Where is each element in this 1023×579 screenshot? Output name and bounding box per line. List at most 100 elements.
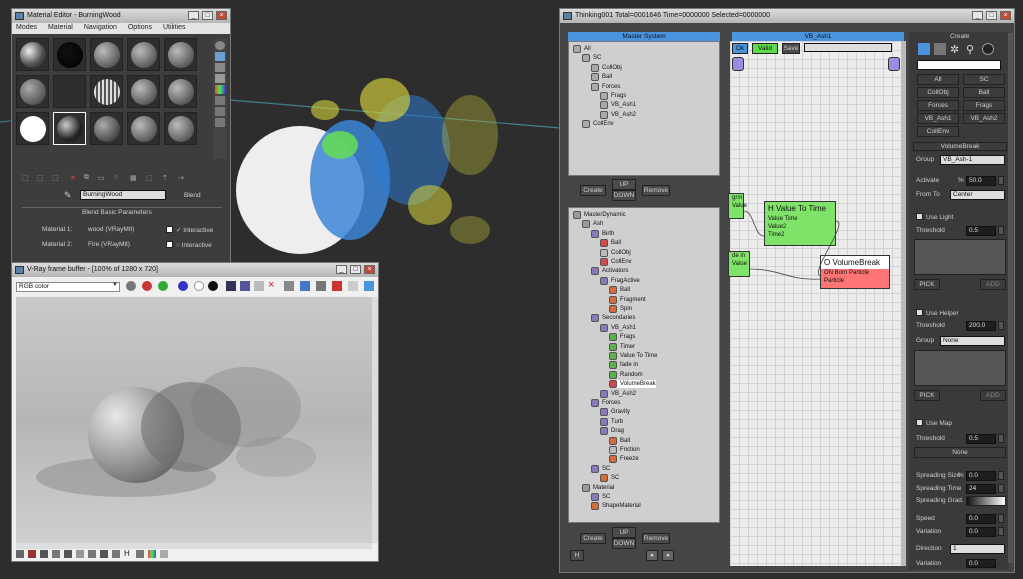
- group-select[interactable]: VB_Ash-1: [940, 155, 1005, 165]
- color-correction-icon[interactable]: [16, 550, 24, 558]
- tree-item[interactable]: ShapeMaterial: [591, 502, 641, 511]
- go-forward-sibling-icon[interactable]: ⇢: [178, 174, 184, 182]
- material-type-button[interactable]: Blend: [184, 192, 201, 199]
- vfb-titlebar[interactable]: V-Ray frame buffer - [100% of 1280 x 720…: [12, 263, 378, 277]
- sample-slot[interactable]: [164, 38, 197, 71]
- material-editor-window[interactable]: Material Editor - BurningWood _ □ × Mode…: [11, 8, 231, 270]
- vfb-scrollbar-vertical[interactable]: [372, 297, 378, 543]
- sample-slot[interactable]: [164, 112, 197, 145]
- threshold2-spinner[interactable]: 200.0: [966, 321, 996, 331]
- go-to-parent-icon[interactable]: ⇡: [162, 174, 168, 182]
- search-button[interactable]: ●: [646, 550, 658, 561]
- object-type-button[interactable]: All: [917, 74, 959, 85]
- tree-item[interactable]: fade in: [609, 361, 638, 370]
- sample-slot[interactable]: [127, 75, 160, 108]
- systems-icon[interactable]: [982, 43, 994, 55]
- checkbox[interactable]: [916, 419, 923, 426]
- close-x-icon[interactable]: ×: [268, 279, 274, 291]
- light-list[interactable]: [914, 239, 1006, 275]
- spreading-time-spinner[interactable]: 24: [966, 484, 996, 494]
- make-preview-icon[interactable]: [215, 96, 225, 105]
- maximize-button[interactable]: □: [202, 11, 213, 20]
- show-in-viewport-icon[interactable]: ▦: [130, 174, 137, 182]
- put-to-scene-icon[interactable]: ⬚: [37, 174, 44, 182]
- direction-select[interactable]: 1: [950, 544, 1005, 554]
- uv-tiling-icon[interactable]: [215, 74, 225, 83]
- maximize-button[interactable]: □: [350, 265, 361, 274]
- pick-light-button[interactable]: PICK: [914, 279, 940, 290]
- pixel-info-icon[interactable]: [88, 550, 96, 558]
- master-dynamic-tree[interactable]: MasterDynamic Ash Birth Ball CollObj CollEnv A…: [568, 207, 720, 523]
- reset-map-icon[interactable]: ✕: [70, 174, 76, 182]
- tree-item[interactable]: CollObj: [591, 63, 622, 72]
- object-name-field[interactable]: [917, 60, 1001, 70]
- spreading-size-spinner[interactable]: 0.0: [966, 471, 996, 481]
- ms-down-button[interactable]: DOWN: [612, 190, 636, 201]
- material-name-field[interactable]: BurningWood: [80, 190, 166, 200]
- sample-slot[interactable]: [127, 38, 160, 71]
- horizontal-flip-icon[interactable]: H: [124, 549, 130, 558]
- use-helper-checkbox[interactable]: Use Helper: [916, 309, 959, 317]
- tree-item[interactable]: Forces: [591, 399, 620, 407]
- tree-item[interactable]: Frags: [609, 333, 635, 342]
- tree-item[interactable]: FragActive: [600, 276, 640, 285]
- vray-frame-buffer-window[interactable]: V-Ray frame buffer - [100% of 1280 x 720…: [11, 262, 379, 562]
- vfb-scrollbar-horizontal[interactable]: [16, 543, 372, 549]
- speed-spinner[interactable]: 0.0: [966, 514, 996, 524]
- material-id-icon[interactable]: ○: [114, 174, 118, 181]
- minimize-button[interactable]: _: [972, 11, 983, 20]
- create-icon[interactable]: [918, 43, 930, 55]
- menu-navigation[interactable]: Navigation: [84, 24, 117, 31]
- show-end-result-icon[interactable]: ⬚: [146, 174, 153, 182]
- lut-icon[interactable]: [76, 550, 84, 558]
- spreading-time-arrows[interactable]: [998, 484, 1004, 493]
- material2-interactive[interactable]: ○ Interactive: [166, 241, 212, 249]
- object-type-button[interactable]: CollObj: [917, 87, 959, 98]
- md-create-button[interactable]: Create: [580, 533, 606, 544]
- backlight-icon[interactable]: [215, 52, 225, 61]
- tree-item[interactable]: Timer: [609, 342, 635, 351]
- tree-item[interactable]: Gravity: [600, 408, 630, 417]
- assign-to-selection-icon[interactable]: ⬚: [52, 174, 59, 182]
- color-icon[interactable]: [148, 550, 156, 558]
- maximize-button[interactable]: □: [986, 11, 997, 20]
- checkbox[interactable]: [916, 213, 923, 220]
- rgb-channel-icon[interactable]: [126, 281, 136, 291]
- menu-utilities[interactable]: Utilities: [163, 24, 186, 31]
- material1-interactive[interactable]: ✓ Interactive: [166, 226, 213, 234]
- close-button[interactable]: ×: [1000, 11, 1011, 20]
- lens-effects-icon[interactable]: [160, 550, 168, 558]
- ms-up-button[interactable]: UP: [612, 179, 636, 190]
- eyedropper-icon[interactable]: ✎: [64, 190, 72, 201]
- map-button[interactable]: None: [914, 447, 1006, 458]
- tree-item[interactable]: Random: [609, 370, 643, 379]
- srgb-icon[interactable]: [64, 550, 72, 558]
- sample-slot[interactable]: [90, 75, 123, 108]
- speed-arrows[interactable]: [998, 514, 1004, 523]
- history-icon[interactable]: [348, 281, 358, 291]
- helpers-icon[interactable]: ⚲: [966, 43, 974, 56]
- sample-slot[interactable]: [53, 75, 86, 108]
- menu-modes[interactable]: Modes: [16, 24, 37, 31]
- gear-icon[interactable]: ✲: [950, 43, 959, 56]
- add-helper-button[interactable]: ADD: [980, 390, 1006, 401]
- tree-item[interactable]: MasterDynamic: [573, 211, 626, 219]
- minimize-button[interactable]: _: [188, 11, 199, 20]
- tree-item[interactable]: Ash: [582, 220, 603, 229]
- load-image-icon[interactable]: [240, 281, 250, 291]
- render-last-icon[interactable]: [364, 281, 374, 291]
- from-to-select[interactable]: Center: [950, 190, 1005, 200]
- camera-icon[interactable]: [284, 281, 294, 291]
- md-remove-button[interactable]: Remove: [642, 533, 670, 544]
- options-icon[interactable]: [215, 107, 225, 116]
- node-graph-canvas[interactable]: Ok Valid Save grm Value H Value To Time …: [728, 41, 906, 566]
- menu-options[interactable]: Options: [128, 24, 152, 31]
- tree-item[interactable]: CollEnv: [582, 120, 614, 129]
- tree-item[interactable]: Fragment: [609, 295, 646, 304]
- make-unique-icon[interactable]: ⧉: [84, 174, 89, 182]
- blue-channel-icon[interactable]: [178, 281, 188, 291]
- tree-item[interactable]: Ball: [591, 73, 612, 82]
- ms-remove-button[interactable]: Remove: [642, 185, 670, 196]
- tree-item[interactable]: Ball: [609, 286, 630, 295]
- alpha-channel-icon[interactable]: [194, 281, 204, 291]
